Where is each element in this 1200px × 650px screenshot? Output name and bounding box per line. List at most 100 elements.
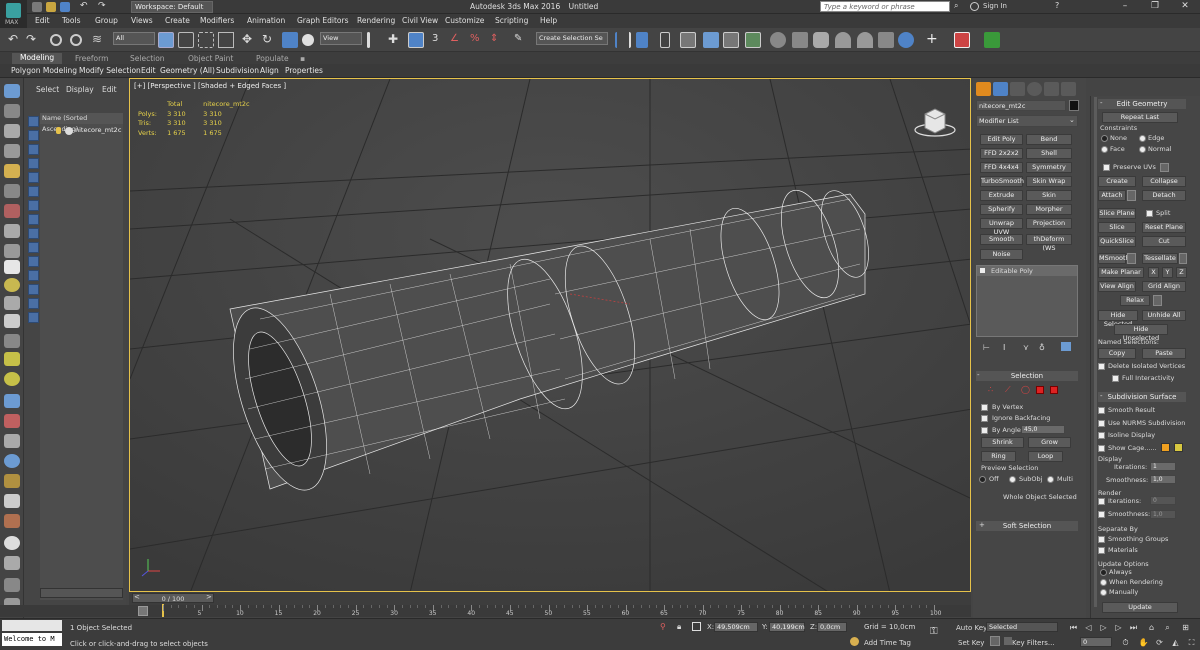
chevron-left-icon[interactable]: < — [134, 593, 140, 601]
by-angle-checkbox[interactable] — [981, 427, 988, 434]
settings-icon[interactable] — [1160, 163, 1169, 172]
edit-named-selection-icon[interactable]: ✎ — [514, 32, 530, 48]
undo-icon[interactable]: ↶ — [80, 1, 88, 11]
render-iterations-checkbox[interactable] — [1098, 498, 1105, 505]
panel-scrollbar[interactable] — [1094, 97, 1097, 607]
preview-off-radio[interactable] — [979, 476, 986, 483]
create-tab-icon[interactable] — [976, 82, 991, 96]
selection-filter-select[interactable]: All — [113, 32, 155, 45]
play-icon[interactable]: ▷ — [1098, 622, 1109, 633]
scale-icon[interactable] — [282, 32, 298, 48]
menu-animation[interactable]: Animation — [247, 16, 285, 25]
ribbon-tab-object-paint[interactable]: Object Paint — [188, 54, 233, 63]
keyboard-shortcut-override-icon[interactable] — [408, 32, 424, 48]
maximize-viewport-icon[interactable]: ⛶ — [1186, 637, 1197, 648]
person-icon[interactable] — [4, 434, 20, 448]
soft-selection-rollout-header[interactable]: Soft Selection — [976, 521, 1078, 531]
menu-help[interactable]: Help — [540, 16, 557, 25]
search-input[interactable]: Type a keyword or phrase — [820, 1, 950, 12]
scene-filter-groups-icon[interactable] — [28, 200, 39, 211]
open-file-icon[interactable] — [46, 2, 56, 12]
placement-icon[interactable] — [302, 34, 314, 46]
smooth-result-checkbox[interactable] — [1098, 407, 1105, 414]
render-iterative-icon[interactable] — [857, 32, 873, 48]
selection-rollout-header[interactable]: Selection — [976, 371, 1078, 381]
filter-icon[interactable] — [4, 334, 20, 348]
zoom-icon[interactable]: ⌕ — [1162, 622, 1173, 633]
ribbon-options-icon[interactable]: ▪ — [300, 54, 305, 63]
relax-settings-icon[interactable] — [1153, 295, 1162, 306]
render-teapot-icon[interactable] — [835, 32, 851, 48]
ribbon-tab-modeling[interactable]: Modeling — [12, 53, 63, 64]
constraint-edge-radio[interactable] — [1139, 135, 1146, 142]
full-interactivity-checkbox[interactable] — [1112, 375, 1119, 382]
texture-tool-icon[interactable] — [954, 32, 970, 48]
constraint-face-radio[interactable] — [1101, 146, 1108, 153]
particle-icon[interactable] — [4, 372, 20, 386]
utilities-tab-icon[interactable] — [1061, 82, 1076, 96]
ribbon-tab-selection[interactable]: Selection — [130, 54, 165, 63]
material-editor-icon[interactable] — [745, 32, 761, 48]
tag-icon[interactable] — [4, 414, 20, 428]
display-tab-icon[interactable] — [1044, 82, 1059, 96]
smoothing-groups-checkbox[interactable] — [1098, 536, 1105, 543]
mod-skin-button[interactable]: Skin — [1026, 190, 1072, 201]
select-object-icon[interactable] — [158, 32, 174, 48]
maxscript-listener-input[interactable] — [2, 620, 62, 631]
field-of-view-icon[interactable]: ◭ — [1170, 637, 1181, 648]
render-smoothness-spinner[interactable]: 1,0 — [1150, 510, 1176, 519]
redo-icon[interactable]: ↷ — [98, 1, 106, 11]
shapes-icon[interactable] — [4, 260, 20, 274]
subdivision-surface-header[interactable]: Subdivision Surface — [1098, 392, 1186, 402]
render-production-icon[interactable] — [813, 32, 829, 48]
scene-column-header[interactable]: Name (Sorted Ascending) — [40, 113, 123, 133]
ribbon-edit[interactable]: Edit — [141, 66, 156, 75]
add-icon[interactable]: + — [926, 32, 942, 48]
isolate-selection-icon[interactable]: ⚲ — [660, 622, 666, 631]
mod-turbosmooth-button[interactable]: TurboSmooth — [980, 176, 1024, 187]
scene-filter-geometry-icon[interactable] — [28, 116, 39, 127]
edit-geometry-header[interactable]: Edit Geometry — [1098, 99, 1186, 109]
show-cage-checkbox[interactable] — [1098, 445, 1105, 452]
y-coordinate-field[interactable]: 40,199cm — [769, 622, 805, 632]
scene-filter-all-icon[interactable] — [28, 284, 39, 295]
materials-checkbox[interactable] — [1098, 547, 1105, 554]
cameras-icon[interactable] — [4, 184, 20, 198]
mod-ffd444-button[interactable]: FFD 4x4x4 — [980, 162, 1023, 173]
align-icon[interactable] — [636, 32, 648, 48]
object-name-field[interactable]: nitecore_mt2c — [976, 100, 1066, 111]
preview-multi-radio[interactable] — [1047, 476, 1054, 483]
close-button[interactable]: ✕ — [1170, 1, 1200, 13]
key-mode-toggle-icon[interactable]: ⌂ — [1146, 622, 1157, 633]
scene-filter-containers-icon[interactable] — [28, 242, 39, 253]
msmooth-button[interactable]: MSmooth — [1098, 253, 1130, 264]
modifier-list-select[interactable]: Modifier List — [976, 115, 1078, 127]
hide-selected-button[interactable]: Hide Selected — [1098, 310, 1138, 328]
previous-frame-icon[interactable]: ◁ — [1083, 622, 1094, 633]
layers-icon[interactable] — [4, 556, 20, 570]
unhide-all-button[interactable]: Unhide All — [1142, 310, 1186, 321]
object-color-swatch[interactable] — [1069, 100, 1079, 111]
relax-button[interactable]: Relax — [1120, 295, 1150, 306]
bind-spacewarp-icon[interactable]: ≋ — [92, 32, 108, 48]
mod-edit-poly-button[interactable]: Edit Poly — [980, 134, 1023, 145]
unlink-icon[interactable] — [70, 34, 82, 46]
element-subobj-icon[interactable] — [1050, 386, 1058, 394]
delete-isolated-checkbox[interactable] — [1098, 363, 1105, 370]
redo-icon[interactable]: ↷ — [26, 32, 42, 48]
pin-stack-icon[interactable]: ⊢ — [983, 343, 990, 352]
ribbon-properties[interactable]: Properties — [285, 66, 323, 75]
spacewarps-icon[interactable] — [4, 224, 20, 238]
repeat-last-button[interactable]: Repeat Last — [1102, 112, 1178, 123]
tree-icon[interactable] — [4, 474, 20, 488]
update-when-rendering-radio[interactable] — [1100, 579, 1107, 586]
save-file-icon[interactable] — [60, 2, 70, 12]
mod-noise-button[interactable]: Noise — [980, 249, 1023, 260]
scene-filter-bones-icon[interactable] — [28, 228, 39, 239]
grid-icon[interactable] — [4, 144, 20, 158]
reference-coord-select[interactable]: View — [320, 32, 362, 45]
mod-ffd222-button[interactable]: FFD 2x2x2 — [980, 148, 1023, 159]
set-key-icon[interactable] — [990, 636, 1000, 646]
quickslice-button[interactable]: QuickSlice — [1098, 236, 1136, 247]
globe-icon[interactable] — [4, 454, 20, 468]
